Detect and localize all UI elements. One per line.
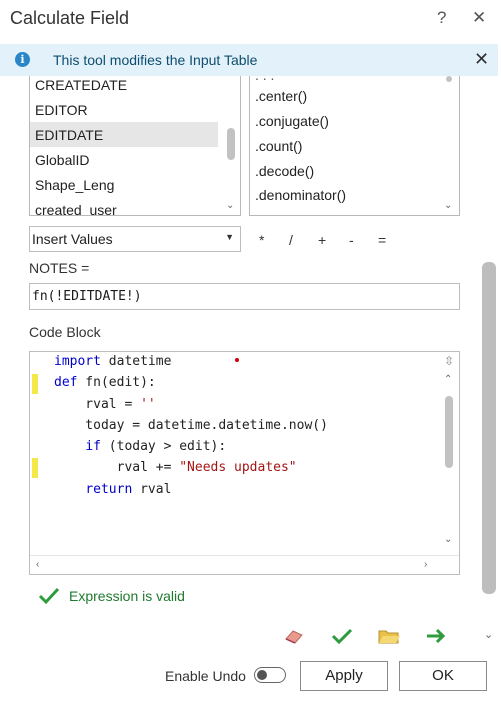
- field-item[interactable]: Shape_Leng: [35, 177, 114, 193]
- toggle-knob: [257, 670, 267, 680]
- helper-item[interactable]: .center(): [255, 88, 307, 104]
- change-marker: [32, 374, 38, 394]
- field-item[interactable]: EDITOR: [35, 102, 88, 118]
- code-scrollbar[interactable]: ⇳ ⌃ ⌄: [442, 352, 456, 554]
- fields-scrollbar[interactable]: ⌄: [224, 76, 238, 214]
- apply-button[interactable]: Apply: [300, 661, 388, 691]
- code-line: if (today > edit):: [85, 439, 227, 454]
- panel-scrollbar[interactable]: [482, 262, 496, 594]
- window-title: Calculate Field: [10, 8, 130, 28]
- chevron-down-icon[interactable]: ⌄: [484, 628, 493, 641]
- caret-down-icon: ▼: [225, 232, 234, 242]
- equals-operator-button[interactable]: =: [378, 232, 386, 248]
- field-item-selected[interactable]: EDITDATE: [35, 127, 103, 143]
- eraser-icon[interactable]: [283, 627, 305, 645]
- code-line: import datetime: [54, 354, 172, 369]
- scroll-thumb[interactable]: [227, 128, 235, 160]
- chevron-down-icon[interactable]: ⌄: [444, 534, 452, 545]
- validation-message: Expression is valid: [69, 588, 185, 604]
- change-marker: [32, 458, 38, 478]
- scroll-thumb[interactable]: [445, 396, 453, 468]
- help-icon[interactable]: ?: [437, 8, 446, 28]
- code-hscrollbar[interactable]: ‹ ›: [30, 555, 459, 575]
- verify-checkmark-icon[interactable]: [331, 627, 353, 645]
- helper-item[interactable]: .denominator(): [255, 187, 346, 203]
- title-bar: Calculate Field ? ✕: [0, 0, 501, 40]
- close-icon[interactable]: ✕: [472, 8, 486, 28]
- code-line: return rval: [85, 482, 172, 497]
- code-line: rval += "Needs updates": [54, 460, 297, 475]
- chevron-down-icon[interactable]: ⌄: [226, 200, 234, 211]
- helpers-scrollbar[interactable]: ⌄: [442, 76, 456, 214]
- chevron-down-icon[interactable]: ⌄: [444, 200, 452, 211]
- chevron-right-icon[interactable]: ›: [424, 559, 427, 570]
- checkmark-icon: [38, 586, 60, 606]
- chevron-up-icon[interactable]: ⌃: [444, 374, 452, 385]
- enable-undo-toggle[interactable]: [254, 667, 286, 683]
- enable-undo-label: Enable Undo: [165, 668, 246, 684]
- code-line: def fn(edit):: [54, 375, 156, 390]
- cursor-dot: [235, 358, 239, 362]
- info-close-icon[interactable]: ✕: [474, 49, 489, 70]
- code-line: today = datetime.datetime.now(): [54, 418, 328, 433]
- code-line: rval = '': [54, 397, 156, 412]
- scroll-thumb[interactable]: [446, 76, 452, 82]
- subtract-operator-button[interactable]: -: [349, 232, 354, 248]
- code-block-label: Code Block: [29, 324, 101, 340]
- insert-values-dropdown[interactable]: Insert Values ▼: [29, 226, 241, 252]
- info-icon: i: [15, 52, 30, 67]
- helper-item[interactable]: .conjugate(): [255, 113, 329, 129]
- split-handle-icon[interactable]: ⇳: [444, 354, 454, 368]
- divide-operator-button[interactable]: /: [289, 232, 293, 248]
- expression-value: fn(!EDITDATE!): [32, 289, 142, 304]
- helper-item[interactable]: .decode(): [255, 163, 314, 179]
- fields-list[interactable]: CREATEDATE EDITOR EDITDATE GlobalID Shap…: [29, 76, 241, 216]
- helper-item[interactable]: .count(): [255, 138, 302, 154]
- field-item[interactable]: created_user: [35, 202, 117, 215]
- chevron-left-icon[interactable]: ‹: [36, 559, 39, 570]
- info-bar: i This tool modifies the Input Table ✕: [0, 44, 498, 76]
- arrow-right-icon[interactable]: [425, 627, 447, 645]
- field-item[interactable]: CREATEDATE: [35, 77, 127, 93]
- clipped-item: . . .: [255, 76, 274, 83]
- insert-values-selected: Insert Values: [32, 231, 113, 247]
- open-folder-icon[interactable]: [378, 627, 400, 645]
- multiply-operator-button[interactable]: *: [259, 232, 264, 248]
- expression-input[interactable]: fn(!EDITDATE!): [29, 283, 460, 310]
- info-message: This tool modifies the Input Table: [53, 52, 258, 68]
- helpers-list[interactable]: . . . .center() .conjugate() .count() .d…: [249, 76, 460, 216]
- field-item[interactable]: GlobalID: [35, 152, 89, 168]
- ok-button[interactable]: OK: [399, 661, 487, 691]
- expression-label: NOTES =: [29, 260, 90, 276]
- code-block-editor[interactable]: import datetime def fn(edit): rval = '' …: [29, 351, 460, 575]
- add-operator-button[interactable]: +: [318, 232, 326, 248]
